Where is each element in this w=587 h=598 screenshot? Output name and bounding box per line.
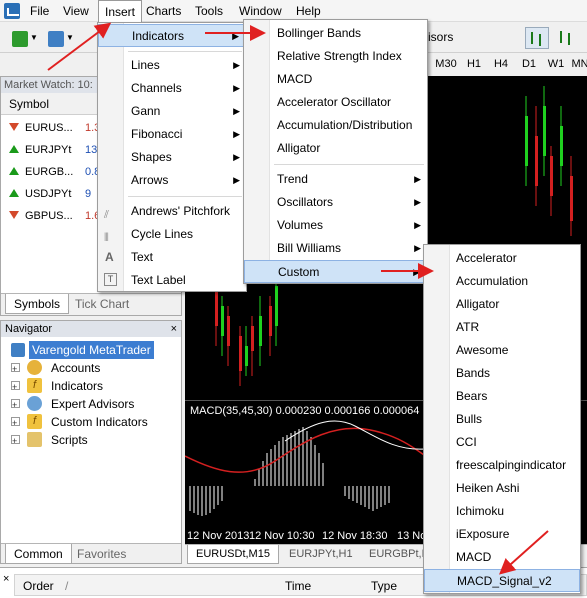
annotation-arrow: [47, 22, 112, 71]
annotation-arrows: [47, 22, 549, 575]
annotation-arrow: [499, 530, 549, 575]
